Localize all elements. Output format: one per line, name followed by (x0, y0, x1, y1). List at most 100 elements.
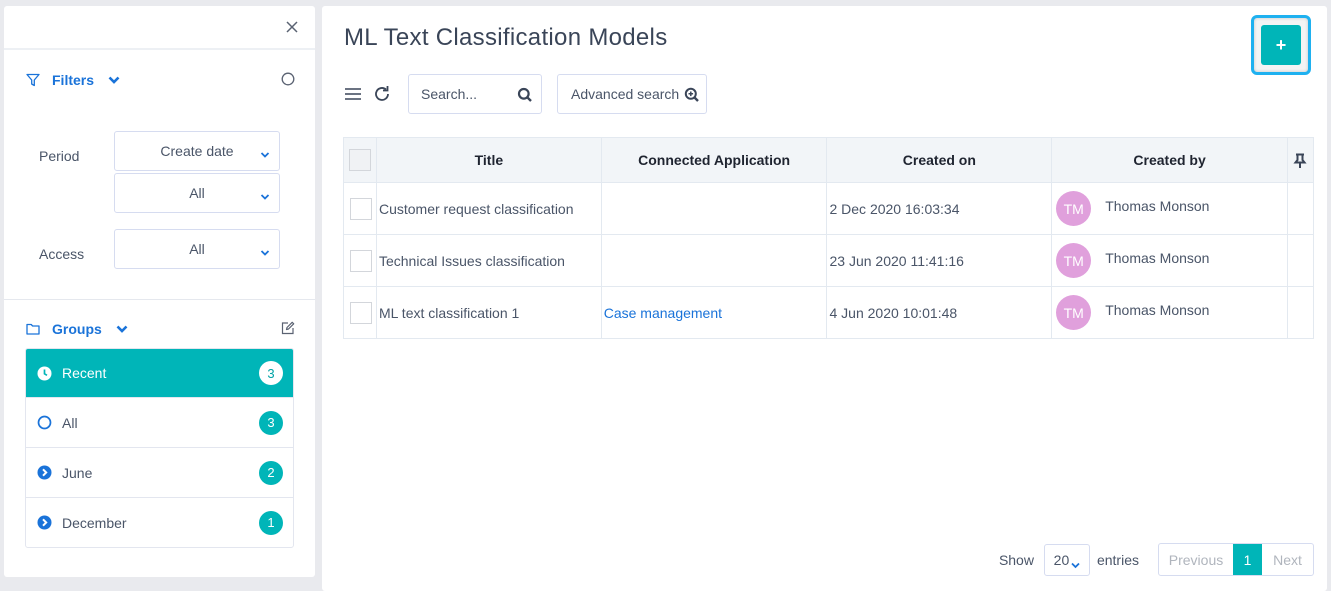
group-label: June (62, 464, 93, 481)
filters-header[interactable]: Filters (26, 70, 295, 90)
pin-cell (1286, 234, 1315, 287)
avatar: TM (1056, 243, 1092, 278)
pin-cell (1286, 286, 1315, 339)
table-header-row: Title Connected Application Created on C… (343, 137, 1315, 183)
page-size-select[interactable]: 20 (1043, 543, 1090, 576)
group-item-june[interactable]: June 2 (26, 447, 293, 497)
row-checkbox[interactable] (349, 301, 372, 324)
row-select-cell (343, 286, 377, 339)
folder-icon (26, 322, 40, 336)
table-footer: Show 20 entries Previous 1 Next (999, 543, 1314, 576)
connected-app-cell: Case management (600, 286, 828, 339)
sidebar: Filters Period Create date All Access Al… (4, 6, 315, 577)
table-row[interactable]: Technical Issues classification 23 Jun 2… (343, 234, 1315, 287)
models-table: Title Connected Application Created on C… (343, 137, 1315, 339)
period-label: Period (39, 148, 80, 164)
count-badge: 3 (259, 361, 283, 385)
show-label: Show (998, 551, 1034, 568)
column-header-created-on[interactable]: Created on (826, 137, 1053, 183)
row-checkbox[interactable] (349, 197, 372, 220)
row-checkbox[interactable] (349, 249, 372, 272)
edit-icon[interactable] (281, 321, 295, 335)
column-header-connected-application[interactable]: Connected Application (600, 137, 828, 183)
chevron-down-icon (260, 244, 270, 256)
period-type-value: Create date (160, 143, 234, 159)
zoom-in-icon (684, 87, 700, 103)
entries-label: entries (1096, 551, 1139, 568)
search-input[interactable] (421, 86, 511, 102)
reset-circle-icon[interactable] (281, 72, 295, 86)
column-header-created-by[interactable]: Created by (1051, 137, 1288, 183)
main-panel: ML Text Classification Models + Advanced… (322, 6, 1327, 591)
created-by-cell: TM Thomas Monson (1051, 182, 1288, 235)
filters-label: Filters (52, 72, 95, 88)
chevron-down-icon[interactable] (116, 324, 128, 334)
page-title: ML Text Classification Models (344, 24, 668, 51)
group-item-recent[interactable]: Recent 3 (26, 349, 293, 397)
chevron-down-icon (1071, 556, 1080, 569)
pin-icon[interactable] (1293, 153, 1308, 169)
search-icon[interactable] (517, 87, 533, 103)
refresh-icon[interactable] (372, 84, 392, 104)
connected-app-cell (600, 182, 828, 235)
close-icon[interactable] (283, 18, 301, 36)
advanced-search-button[interactable]: Advanced search (557, 74, 707, 114)
access-value: All (189, 241, 205, 257)
select-all-cell (343, 137, 377, 183)
group-label: Recent (62, 365, 107, 381)
menu-icon[interactable] (343, 84, 363, 104)
creator-name: Thomas Monson (1105, 198, 1210, 214)
search-box (408, 74, 542, 114)
pin-column-header[interactable] (1286, 137, 1315, 183)
groups-label: Groups (52, 321, 102, 337)
page-size-value: 20 (1053, 551, 1070, 568)
page-button-current[interactable]: 1 (1233, 544, 1262, 575)
title-cell[interactable]: ML text classification 1 (375, 286, 602, 339)
pagination: Previous 1 Next (1158, 543, 1314, 576)
clock-icon (37, 366, 52, 381)
chevron-down-icon (260, 188, 270, 200)
chevron-down-icon[interactable] (108, 75, 120, 85)
sidebar-header (4, 6, 315, 50)
page-edge (1327, 0, 1331, 591)
creator-name: Thomas Monson (1105, 250, 1210, 266)
connected-app-link[interactable]: Case management (604, 305, 722, 321)
chevron-circle-right-icon (37, 515, 52, 530)
count-badge: 3 (259, 410, 283, 435)
column-header-title[interactable]: Title (375, 137, 602, 183)
avatar: TM (1056, 191, 1092, 226)
add-button-highlight: + (1251, 15, 1311, 75)
connected-app-cell (600, 234, 828, 287)
table-row[interactable]: ML text classification 1 Case management… (343, 286, 1315, 339)
access-label: Access (39, 246, 85, 262)
pin-cell (1286, 182, 1315, 235)
group-list: Recent 3 All 3 June 2 December 1 (25, 348, 294, 548)
chevron-down-icon (260, 146, 270, 158)
previous-page-button[interactable]: Previous (1159, 544, 1233, 575)
next-page-button[interactable]: Next (1262, 544, 1313, 575)
created-on-cell: 2 Dec 2020 16:03:34 (826, 182, 1053, 235)
sidebar-divider (4, 299, 315, 300)
group-label: December (62, 514, 127, 531)
created-by-cell: TM Thomas Monson (1051, 286, 1288, 339)
group-label: All (62, 414, 78, 431)
add-button[interactable]: + (1261, 25, 1301, 65)
row-select-cell (343, 234, 377, 287)
period-value-select[interactable]: All (114, 173, 280, 213)
title-cell[interactable]: Technical Issues classification (375, 234, 602, 287)
access-select[interactable]: All (114, 229, 280, 269)
title-cell[interactable]: Customer request classification (375, 182, 602, 235)
table-row[interactable]: Customer request classification 2 Dec 20… (343, 182, 1315, 235)
period-type-select[interactable]: Create date (114, 131, 280, 171)
group-item-december[interactable]: December 1 (26, 497, 293, 547)
group-item-all[interactable]: All 3 (26, 397, 293, 447)
period-value: All (189, 185, 205, 201)
avatar: TM (1056, 295, 1092, 330)
creator-name: Thomas Monson (1105, 302, 1210, 318)
created-on-cell: 4 Jun 2020 10:01:48 (826, 286, 1053, 339)
groups-header[interactable]: Groups (26, 319, 295, 339)
select-all-checkbox[interactable] (348, 149, 371, 171)
filter-icon (26, 73, 40, 87)
chevron-circle-right-icon (37, 465, 52, 480)
count-badge: 1 (259, 510, 283, 535)
